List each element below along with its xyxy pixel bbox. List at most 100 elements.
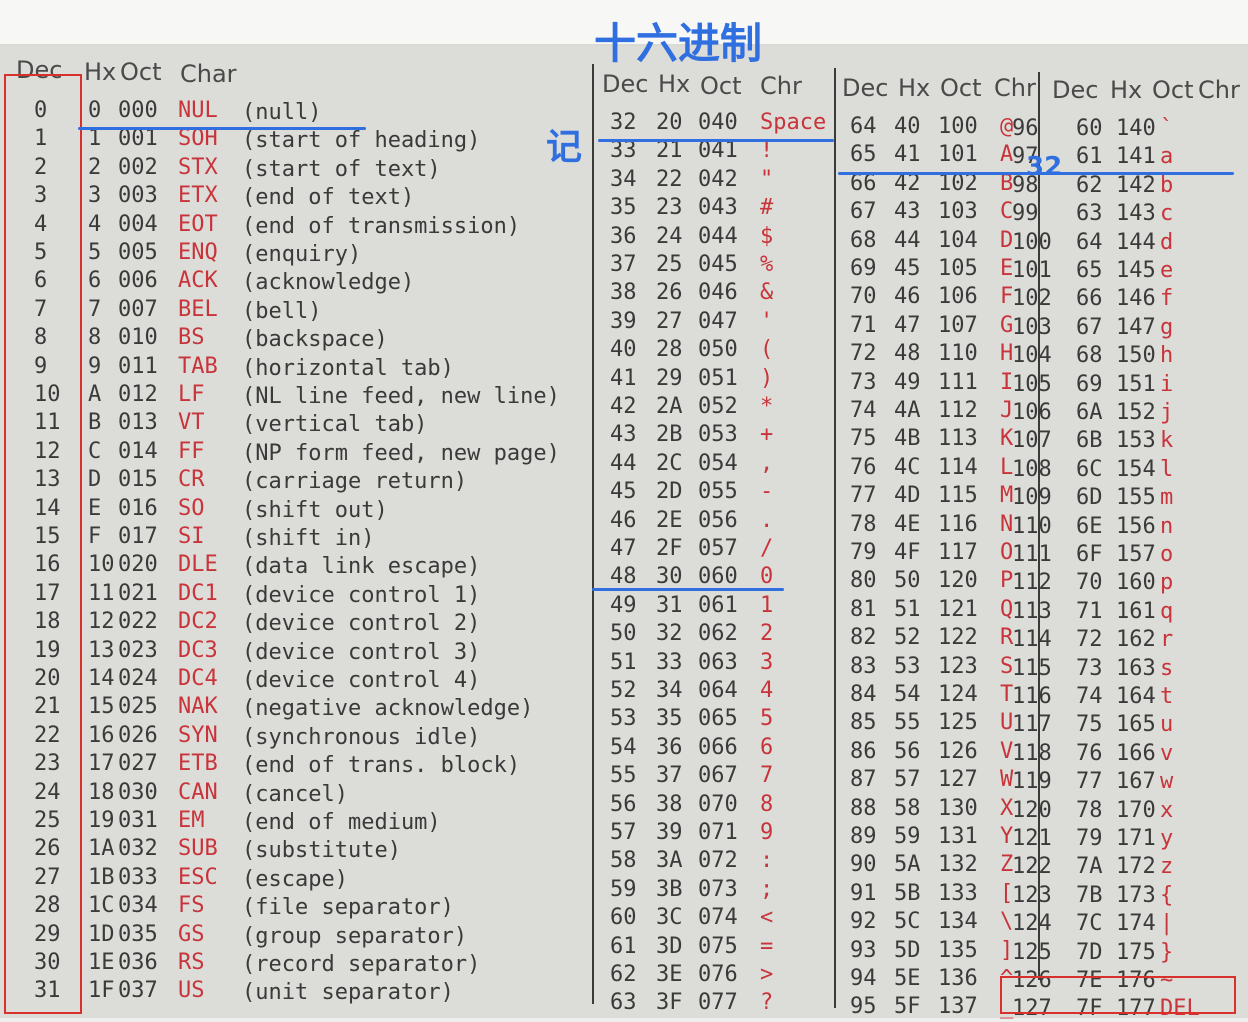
oct-cell: 020 (118, 552, 158, 578)
description-cell: (end of transmission) (242, 213, 521, 239)
char-cell: g (1160, 314, 1174, 340)
char-cell: ENQ (178, 240, 218, 265)
oct-cell: 077 (698, 990, 738, 1016)
header-hx: Hx (84, 58, 117, 86)
description-cell: (backspace) (242, 327, 388, 353)
hex-cell: 46 (894, 284, 921, 310)
hex-cell: 5B (894, 880, 921, 906)
dec-cell: 125 (1012, 939, 1052, 965)
dec-cell: 70 (850, 284, 877, 310)
hex-cell: C (88, 438, 102, 464)
hex-cell: 76 (1076, 740, 1103, 766)
oct-cell: 055 (698, 479, 738, 505)
dec-cell: 75 (850, 426, 877, 452)
oct-cell: 014 (118, 438, 158, 464)
hex-cell: 63 (1076, 201, 1103, 227)
hex-cell: 3C (656, 905, 683, 931)
char-cell: < (760, 905, 774, 931)
char-cell: b (1160, 172, 1174, 198)
dec-cell: 85 (850, 710, 877, 736)
char-cell: m (1160, 485, 1174, 511)
hex-cell: 6F (1076, 542, 1103, 567)
oct-cell: 053 (698, 422, 738, 448)
oct-cell: 146 (1116, 286, 1156, 312)
dec-cell: 73 (850, 369, 877, 395)
annotation-blue-underline (598, 139, 834, 142)
oct-cell: 143 (1116, 201, 1156, 227)
oct-cell: 174 (1116, 911, 1156, 937)
hex-cell: 6D (1076, 485, 1103, 511)
char-cell: 3 (760, 649, 774, 675)
dec-cell: 92 (850, 909, 877, 935)
annotation-blue-underline (78, 127, 366, 130)
char-cell: # (760, 195, 774, 221)
oct-cell: 057 (698, 536, 738, 561)
dec-cell: 58 (610, 848, 637, 874)
description-cell: (NL line feed, new line) (242, 384, 560, 409)
oct-cell: 110 (938, 341, 978, 367)
hex-cell: 1B (88, 864, 115, 890)
char-cell: GS (178, 921, 205, 947)
char-cell: o (1160, 542, 1174, 567)
hex-cell: 53 (894, 653, 921, 679)
oct-cell: 140 (1116, 116, 1156, 141)
char-cell: LF (178, 382, 205, 407)
oct-cell: 006 (118, 268, 158, 294)
dec-cell: 106 (1012, 400, 1052, 425)
oct-cell: 172 (1116, 854, 1156, 880)
dec-cell: 47 (610, 536, 637, 561)
oct-cell: 060 (698, 564, 738, 590)
dec-cell: 36 (610, 223, 637, 249)
hex-cell: A (88, 382, 102, 407)
char-cell: SUB (178, 836, 218, 862)
oct-cell: 012 (118, 382, 158, 407)
oct-cell: 107 (938, 312, 978, 338)
annotation-red-box-del (1000, 976, 1236, 1014)
oct-cell: 001 (118, 126, 158, 152)
dec-cell: 109 (1012, 485, 1052, 511)
char-cell: NAK (178, 694, 218, 720)
char-cell: ; (760, 876, 774, 902)
char-cell: ? (760, 990, 774, 1016)
description-cell: (device control 1) (242, 582, 481, 608)
hex-cell: 70 (1076, 570, 1103, 596)
oct-cell: 056 (698, 507, 738, 533)
char-cell: > (760, 962, 774, 987)
oct-cell: 156 (1116, 513, 1156, 539)
hex-cell: 72 (1076, 627, 1103, 653)
char-cell: 0 (760, 564, 774, 590)
hex-cell: 36 (656, 734, 683, 760)
char-cell: ` (1160, 116, 1174, 141)
dec-cell: 90 (850, 852, 877, 878)
oct-cell: 106 (938, 284, 978, 310)
dec-cell: 104 (1012, 343, 1052, 369)
dec-cell: 80 (850, 568, 877, 594)
description-cell: (end of medium) (242, 810, 441, 835)
description-cell: (file separator) (242, 895, 454, 921)
oct-cell: 136 (938, 966, 978, 991)
char-cell: SOH (178, 126, 218, 152)
hex-cell: 16 (88, 722, 115, 748)
hex-cell: 44 (894, 227, 921, 253)
hex-cell: 28 (656, 337, 683, 363)
hex-cell: 5C (894, 909, 921, 935)
oct-cell: 073 (698, 876, 738, 902)
dec-cell: 86 (850, 738, 877, 764)
dec-cell: 102 (1012, 286, 1052, 312)
dec-cell: 56 (610, 791, 637, 817)
hex-cell: 17 (88, 751, 115, 777)
oct-cell: 165 (1116, 712, 1156, 738)
description-cell: (shift out) (242, 497, 388, 523)
char-cell: VT (178, 410, 205, 436)
oct-cell: 003 (118, 183, 158, 209)
hex-cell: 1D (88, 921, 115, 947)
char-cell: DC1 (178, 580, 218, 606)
dec-cell: 71 (850, 312, 877, 338)
char-cell: ( (760, 337, 774, 363)
char-cell: EM (178, 808, 205, 833)
dec-cell: 114 (1012, 627, 1052, 653)
oct-cell: 064 (698, 678, 738, 703)
hex-cell: 24 (656, 223, 683, 249)
hex-cell: 41 (894, 142, 921, 168)
dec-cell: 51 (610, 649, 637, 675)
